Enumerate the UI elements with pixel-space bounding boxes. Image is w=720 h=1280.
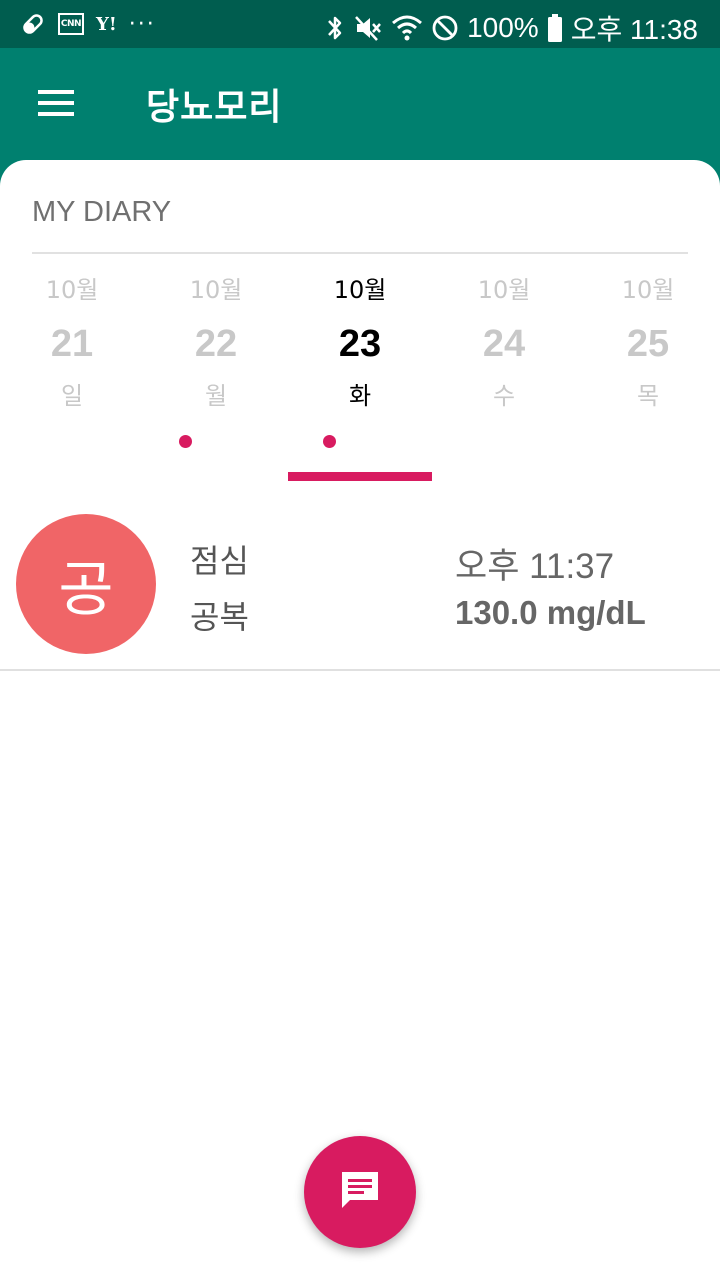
diary-header: MY DIARY <box>32 196 172 228</box>
date-weekday: 월 <box>204 382 228 410</box>
date-weekday: 일 <box>60 382 84 410</box>
system-status: 100% 오후 11:38 <box>325 8 698 48</box>
date-tab-21[interactable]: 10월 21 일 <box>0 270 144 416</box>
diary-card: MY DIARY 10월 21 일 10월 22 월 10월 23 화 10월 … <box>0 160 720 1280</box>
date-tab-25[interactable]: 10월 25 목 <box>576 270 720 416</box>
entry-dot-22 <box>179 435 192 448</box>
entry-meal: 점심 <box>190 542 249 580</box>
date-day: 24 <box>482 323 526 365</box>
date-month: 10월 <box>477 276 531 304</box>
date-tab-22[interactable]: 10월 22 월 <box>144 270 288 416</box>
battery-text: 100% <box>467 12 539 43</box>
wifi-icon <box>391 13 423 43</box>
notification-icons: CNN Y! ··· <box>20 10 156 38</box>
more-dots-icon: ··· <box>128 11 156 37</box>
divider <box>0 669 720 671</box>
date-month: 10월 <box>333 276 387 304</box>
date-day: 25 <box>626 323 670 365</box>
date-weekday: 수 <box>492 382 516 410</box>
status-bar: CNN Y! ··· 100% 오후 11:38 <box>0 0 720 48</box>
cnn-label: CNN <box>58 13 84 35</box>
date-strip: 10월 21 일 10월 22 월 10월 23 화 10월 24 수 10월 … <box>0 270 720 450</box>
pill-icon <box>20 10 46 38</box>
hamburger-menu-icon[interactable] <box>38 90 74 118</box>
date-weekday: 목 <box>636 382 660 410</box>
divider <box>32 252 688 254</box>
cnn-icon: CNN <box>58 10 84 38</box>
mute-icon <box>353 13 383 43</box>
app-bar: 당뇨모리 <box>0 48 720 160</box>
clock-text: 오후 11:38 <box>570 14 698 45</box>
battery-icon <box>547 14 563 42</box>
bluetooth-icon <box>325 13 345 43</box>
glucose-entry[interactable]: 공 점심 공복 오후 11:37 130.0 mg/dL <box>0 512 720 670</box>
entry-status: 공복 <box>190 598 249 636</box>
do-not-disturb-icon <box>431 14 459 42</box>
app-title: 당뇨모리 <box>146 87 283 128</box>
date-month: 10월 <box>621 276 675 304</box>
date-month: 10월 <box>45 276 99 304</box>
selected-tab-indicator <box>288 472 432 481</box>
entry-dot-23 <box>323 435 336 448</box>
date-day: 23 <box>338 323 382 365</box>
entry-time: 오후 11:37 <box>455 547 615 586</box>
entry-glucose-value: 130.0 mg/dL <box>455 594 646 631</box>
date-tab-24[interactable]: 10월 24 수 <box>432 270 576 416</box>
yahoo-icon: Y! <box>96 13 117 35</box>
date-weekday: 화 <box>348 382 372 410</box>
message-icon <box>338 1168 382 1216</box>
date-day: 21 <box>50 323 94 365</box>
entry-avatar: 공 <box>16 514 156 654</box>
add-note-button[interactable] <box>304 1136 416 1248</box>
date-day: 22 <box>194 323 238 365</box>
date-tab-23[interactable]: 10월 23 화 <box>288 270 432 416</box>
date-month: 10월 <box>189 276 243 304</box>
